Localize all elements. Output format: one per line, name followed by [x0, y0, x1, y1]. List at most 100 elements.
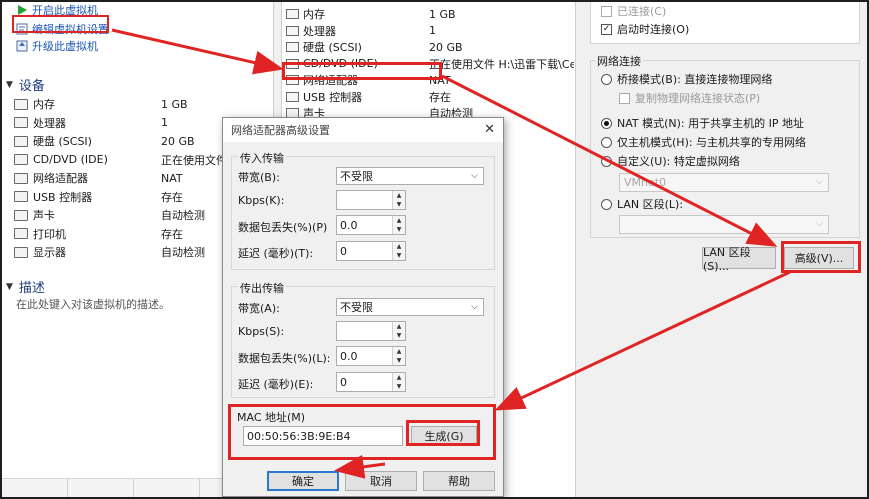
settings-device-row[interactable]: CD/DVD (IDE) 正在使用文件 H:\迅雷下载\Cen... — [286, 56, 574, 72]
play-icon — [18, 5, 27, 15]
outgoing-loss-label: 数据包丢失(%)(L): — [238, 352, 331, 365]
lan-segments-button[interactable]: LAN 区段(S)... — [702, 246, 776, 273]
nat-label: NAT 模式(N): 用于共享主机的 IP 地址 — [617, 117, 804, 130]
incoming-bandwidth-select[interactable]: 不受限 ⌵ — [336, 167, 484, 185]
device-name: USB 控制器 — [33, 190, 93, 204]
incoming-latency-spinner[interactable]: 0 ▲ ▼ — [336, 241, 406, 261]
radio-icon — [601, 73, 612, 85]
cdrom-icon — [14, 154, 28, 165]
advanced-button[interactable]: 高级(V)... — [784, 247, 854, 269]
incoming-kbps-spinner[interactable]: ▲ ▼ — [336, 190, 406, 210]
device-name: CD/DVD (IDE) — [303, 57, 378, 70]
outgoing-loss-value: 0.0 — [340, 349, 358, 363]
chevron-down-icon: ⌵ — [816, 177, 823, 187]
connected-label: 已连接(C) — [617, 5, 667, 18]
spinner-arrows-icon[interactable]: ▲ ▼ — [392, 347, 405, 365]
device-name: 硬盘 (SCSI) — [33, 135, 92, 148]
upgrade-vm-link[interactable]: 升级此虚拟机 — [16, 39, 98, 53]
dialog-title: 网络适配器高级设置 — [231, 124, 330, 137]
mac-address-input[interactable]: 00:50:56:3B:9E:B4 — [243, 426, 403, 446]
device-name: 显示器 — [33, 246, 66, 259]
chevron-down-icon: ⌵ — [471, 171, 478, 181]
hostonly-radio[interactable]: 仅主机模式(H): 与主机共享的专用网络 — [601, 134, 806, 150]
check-icon: ✓ — [601, 23, 612, 35]
collapse-arrow-icon: ▼ — [6, 281, 13, 292]
incoming-loss-spinner[interactable]: 0.0 ▲ ▼ — [336, 215, 406, 235]
ok-button[interactable]: 确定 — [267, 471, 339, 491]
incoming-bandwidth-label: 带宽(B): — [238, 171, 280, 184]
incoming-loss-label: 数据包丢失(%)(P) — [238, 221, 328, 234]
settings-device-row[interactable]: 硬盘 (SCSI) 20 GB — [286, 39, 574, 55]
device-icon — [286, 58, 299, 69]
edit-vm-label: 编辑虚拟机设置 — [32, 23, 109, 36]
outgoing-latency-spinner[interactable]: 0 ▲ ▼ — [336, 372, 406, 392]
device-name: 内存 — [303, 8, 325, 21]
radio-icon — [601, 155, 612, 167]
connect-on-power-checkbox[interactable]: ✓ 启动时连接(O) — [601, 21, 689, 37]
lan-segment-select[interactable]: ⌵ — [619, 215, 829, 234]
settings-device-row[interactable]: 内存 1 GB — [286, 6, 574, 22]
spinner-arrows-icon[interactable]: ▲ ▼ — [392, 373, 405, 391]
thumb-slot — [2, 479, 68, 497]
dialog-titlebar[interactable]: 网络适配器高级设置 ✕ — [223, 118, 503, 142]
outgoing-kbps-spinner[interactable]: ▲ ▼ — [336, 321, 406, 341]
device-name: 处理器 — [33, 116, 66, 130]
spinner-arrows-icon[interactable]: ▲ ▼ — [392, 322, 405, 340]
spinner-arrows-icon[interactable]: ▲ ▼ — [392, 242, 405, 260]
generate-mac-button[interactable]: 生成(G) — [411, 426, 477, 446]
device-name: 处理器 — [303, 24, 336, 38]
outgoing-bandwidth-label: 带宽(A): — [238, 302, 280, 315]
connected-checkbox[interactable]: 已连接(C) — [601, 3, 666, 19]
thumb-slot — [68, 479, 134, 497]
replicate-label: 复制物理网络连接状态(P) — [635, 92, 761, 105]
description-section-header[interactable]: ▼ 描述 — [6, 277, 45, 296]
upgrade-vm-label: 升级此虚拟机 — [32, 40, 98, 53]
spinner-arrows-icon[interactable]: ▲ ▼ — [392, 191, 405, 209]
lan-segment-radio[interactable]: LAN 区段(L): — [601, 196, 683, 212]
start-vm-link[interactable]: 开启此虚拟机 — [16, 3, 98, 17]
settings-device-row[interactable]: 网络适配器 NAT — [286, 72, 574, 88]
device-row[interactable]: 内存 1 GB — [14, 95, 273, 113]
outgoing-bandwidth-select[interactable]: 不受限 ⌵ — [336, 298, 484, 316]
replicate-state-checkbox[interactable]: 复制物理网络连接状态(P) — [619, 90, 760, 106]
help-button[interactable]: 帮助 — [423, 471, 495, 491]
edit-vm-settings-link[interactable]: 编辑虚拟机设置 — [16, 22, 109, 36]
device-name: CD/DVD (IDE) — [33, 153, 108, 166]
settings-device-list: 内存 1 GB 处理器 1 硬盘 (SCSI) 20 GB CD/DVD (IDE) 正在使用… — [282, 2, 574, 122]
incoming-transfer-group: 传入传输 带宽(B): 不受限 ⌵ Kbps(K): ▲ ▼ 数据包丢失(%)(P… — [231, 150, 495, 270]
collapse-arrow-icon: ▼ — [6, 79, 13, 90]
bridged-label: 桥接模式(B): 直接连接物理网络 — [617, 73, 773, 86]
settings-device-row[interactable]: 处理器 1 — [286, 23, 574, 39]
bridged-radio[interactable]: 桥接模式(B): 直接连接物理网络 — [601, 71, 772, 87]
cancel-button[interactable]: 取消 — [345, 471, 417, 491]
devices-section-header[interactable]: ▼ 设备 — [6, 75, 45, 94]
outgoing-title: 传出传输 — [238, 280, 286, 296]
printer-icon — [14, 228, 28, 239]
spinner-arrows-icon[interactable]: ▲ ▼ — [392, 216, 405, 234]
devices-section-title: 设备 — [18, 79, 45, 94]
incoming-title: 传入传输 — [238, 150, 286, 166]
custom-network-select[interactable]: VMnet0 ⌵ — [619, 173, 829, 192]
device-icon — [286, 75, 299, 85]
close-icon[interactable]: ✕ — [484, 122, 495, 137]
incoming-kbps-label: Kbps(K): — [238, 194, 285, 207]
mac-address-title: MAC 地址(M) — [237, 411, 306, 424]
incoming-latency-label: 延迟 (毫秒)(T): — [238, 247, 314, 260]
harddisk-icon — [14, 135, 28, 147]
device-name: 网络适配器 — [303, 74, 358, 87]
upgrade-icon — [16, 40, 28, 52]
outgoing-loss-spinner[interactable]: 0.0 ▲ ▼ — [336, 346, 406, 366]
description-placeholder[interactable]: 在此处键入对该虚拟机的描述。 — [16, 296, 170, 312]
network-connection-title: 网络连接 — [595, 53, 643, 69]
nat-radio[interactable]: NAT 模式(N): 用于共享主机的 IP 地址 — [601, 115, 804, 131]
device-value: 1 GB — [161, 97, 188, 111]
device-value: 1 — [429, 24, 436, 37]
device-name: 硬盘 (SCSI) — [303, 41, 362, 54]
chevron-down-icon: ⌵ — [471, 302, 478, 312]
custom-radio[interactable]: 自定义(U): 特定虚拟网络 — [601, 153, 740, 169]
radio-selected-icon — [601, 117, 612, 129]
cpu-icon — [14, 117, 28, 128]
settings-device-row[interactable]: USB 控制器 存在 — [286, 89, 574, 105]
device-name: USB 控制器 — [303, 90, 363, 104]
custom-label: 自定义(U): 特定虚拟网络 — [617, 155, 740, 168]
